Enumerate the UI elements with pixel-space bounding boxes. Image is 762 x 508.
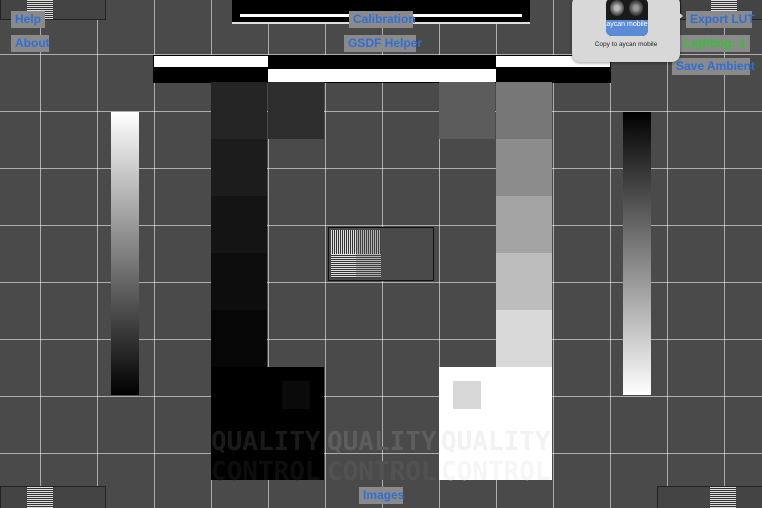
scan-thumbnail — [610, 0, 624, 16]
share-popup-arrow — [676, 10, 683, 22]
qc-text-light: QUALITY CONTROL — [441, 427, 551, 487]
share-popup: aycan mobile Copy to aycan mobile — [572, 0, 683, 62]
qc-text-mid: QUALITY CONTROL — [327, 427, 437, 487]
save-ambient-button[interactable]: Save Ambient — [672, 58, 755, 75]
about-button[interactable]: About — [11, 35, 50, 52]
images-button[interactable]: Images — [359, 487, 404, 504]
corner-marker-bottom-left — [0, 486, 106, 508]
copy-to-aycan-mobile-label[interactable]: Copy to aycan mobile — [574, 41, 678, 49]
qc-test-pattern: QUALITY CONTROL QUALITY CONTROL QUALITY CON… — [0, 0, 762, 508]
gsdf-helper-button[interactable]: GSDF Helper — [344, 35, 422, 52]
lighting-button[interactable]: Lighting: 1 — [680, 35, 750, 52]
right-gradient-bar — [623, 112, 651, 395]
calibration-button[interactable]: Calibration — [349, 11, 416, 28]
qc-text-dark: QUALITY CONTROL — [211, 427, 321, 487]
corner-marker-bottom-right — [657, 486, 762, 508]
aycan-mobile-app-icon[interactable]: aycan mobile — [606, 0, 648, 36]
help-button[interactable]: Help — [11, 11, 45, 28]
export-lut-button[interactable]: Export LUT — [686, 11, 755, 28]
left-gradient-bar — [111, 112, 139, 395]
resolution-patch — [328, 227, 434, 281]
contrast-bar — [153, 55, 611, 83]
app-label-strip: aycan mobile — [606, 20, 648, 36]
